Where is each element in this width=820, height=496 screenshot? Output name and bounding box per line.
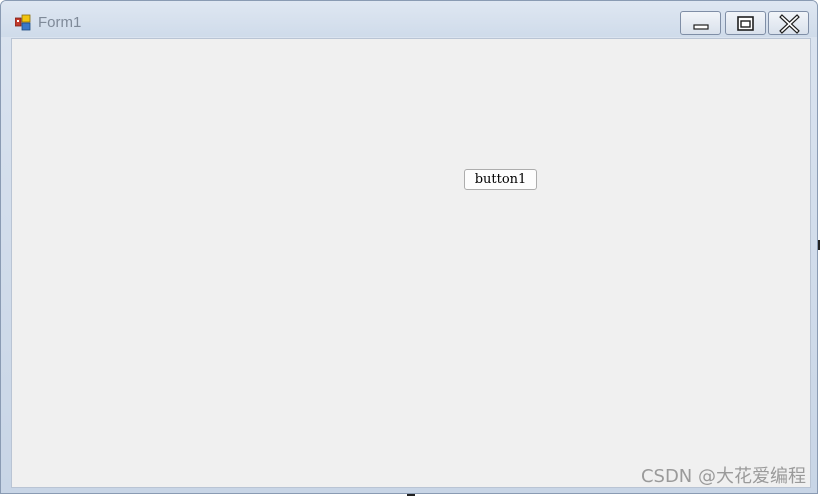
close-button[interactable]: [768, 11, 809, 35]
app-icon: [14, 14, 32, 31]
maximize-icon: [737, 16, 754, 31]
window-title: Form1: [38, 14, 82, 31]
csdn-watermark: CSDN @大花爱编程: [640, 466, 806, 487]
form-client-area: button1: [11, 38, 811, 488]
maximize-button[interactable]: [725, 11, 766, 35]
minimize-button[interactable]: [680, 11, 721, 35]
form-window: Form1 button1: [0, 0, 818, 494]
close-icon: [779, 14, 800, 34]
title-bar[interactable]: Form1: [1, 1, 817, 37]
minimize-icon: [693, 24, 709, 30]
button1[interactable]: button1: [464, 169, 537, 190]
